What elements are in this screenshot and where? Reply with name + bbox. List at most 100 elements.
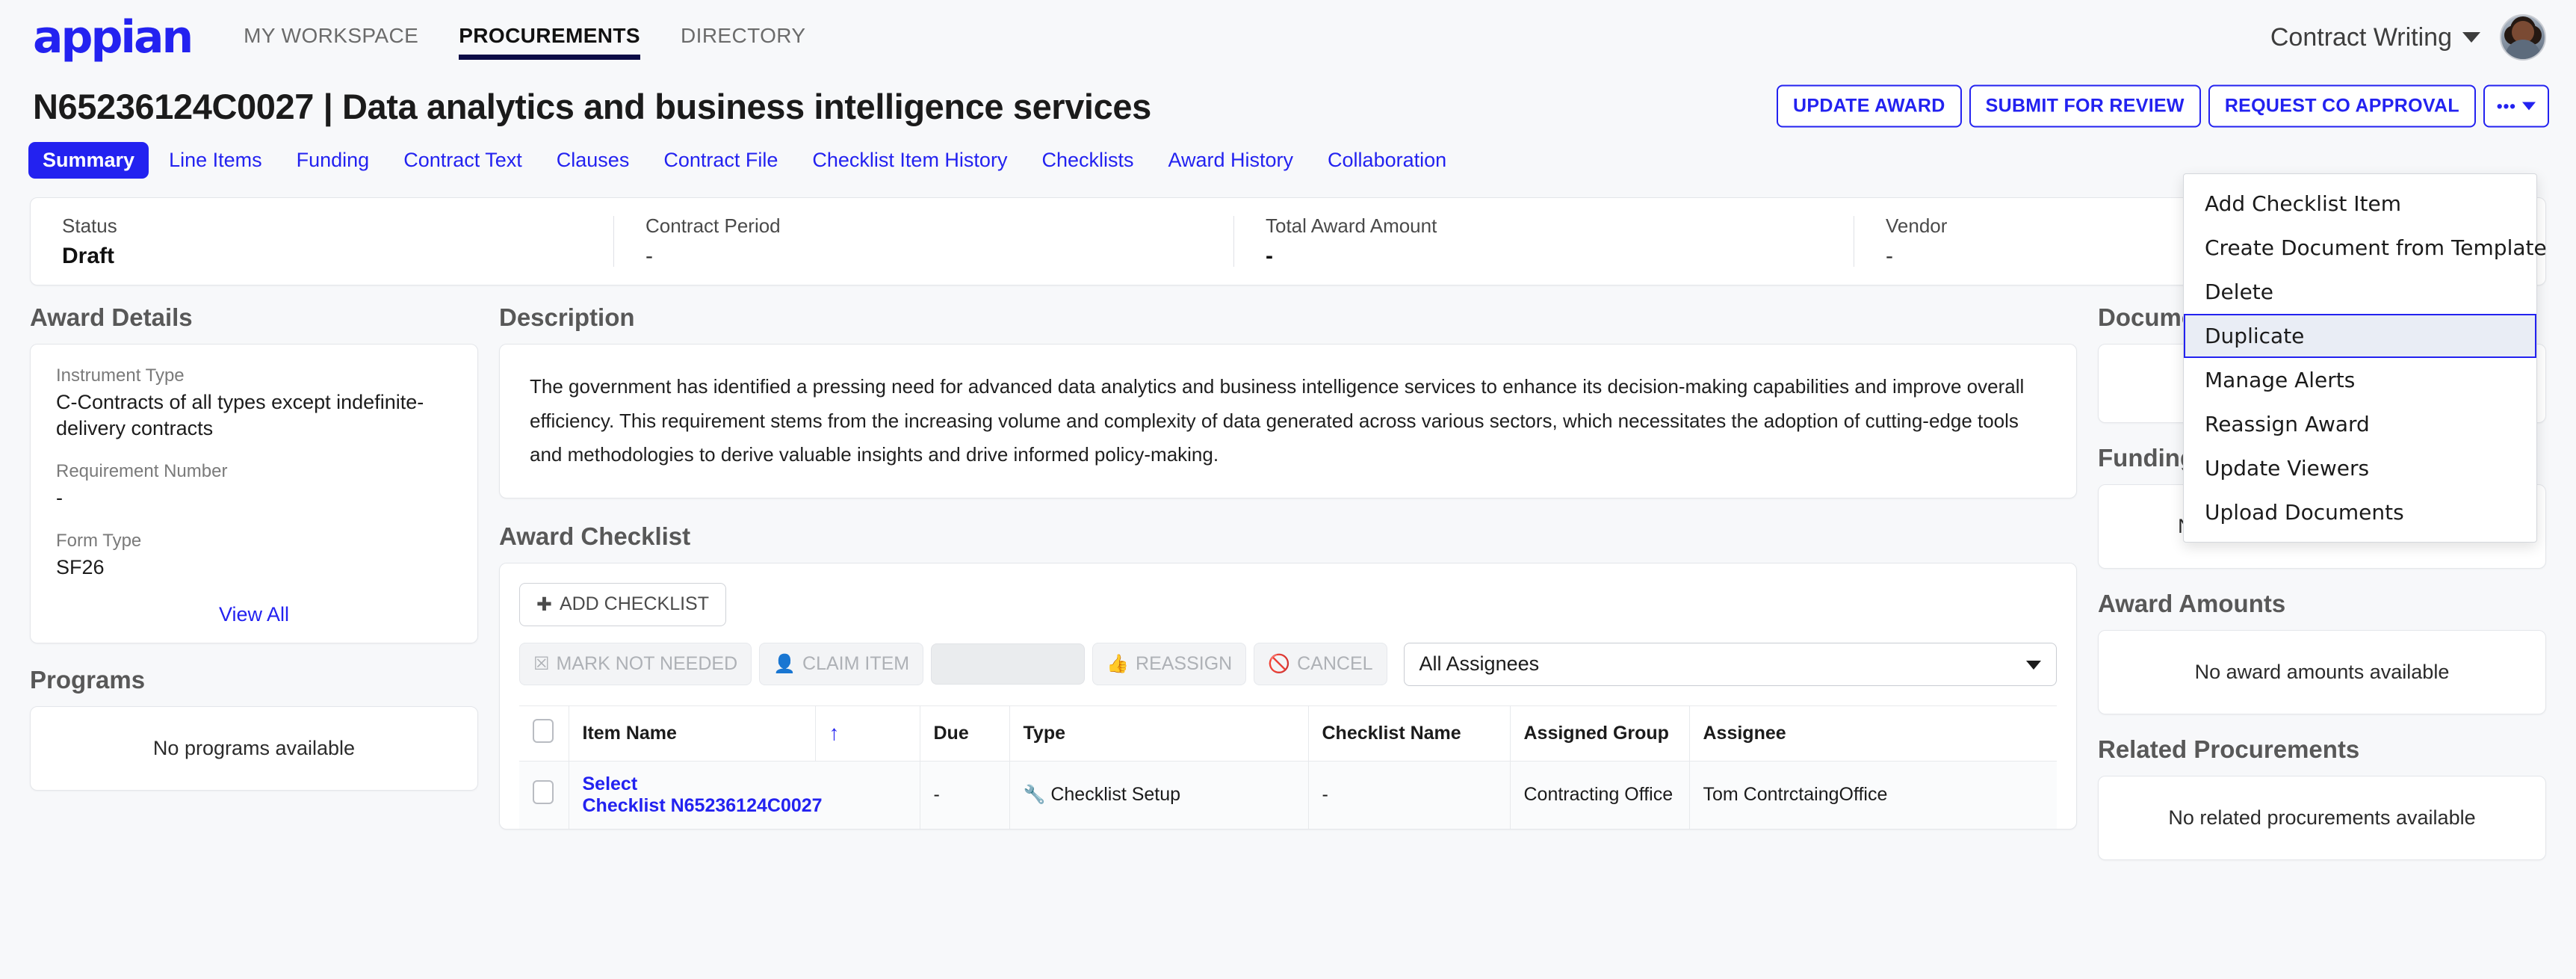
menu-item-manage-alerts[interactable]: Manage Alerts <box>2184 358 2536 402</box>
chevron-down-icon <box>2026 660 2041 670</box>
top-navigation-bar: appian MY WORKSPACE PROCUREMENTS DIRECTO… <box>0 0 2576 75</box>
cancel-label: CANCEL <box>1297 653 1373 674</box>
page-header: N65236124C0027 | Data analytics and busi… <box>0 75 2576 138</box>
tab-funding[interactable]: Funding <box>282 142 384 179</box>
avatar[interactable] <box>2500 14 2546 61</box>
menu-item-upload-documents[interactable]: Upload Documents <box>2184 490 2536 534</box>
column-sort-indicator[interactable]: ↑ <box>814 705 920 761</box>
claim-item-button[interactable]: 👤 CLAIM ITEM <box>759 643 924 685</box>
row-assigned-group-cell: Contracting Office <box>1509 760 1689 829</box>
item-name-sublink[interactable]: Checklist N65236124C0027 <box>583 795 906 817</box>
mark-not-needed-label: MARK NOT NEEDED <box>556 653 738 674</box>
column-due[interactable]: Due <box>919 705 1009 761</box>
tab-collaboration[interactable]: Collaboration <box>1313 142 1461 179</box>
menu-item-add-checklist-item[interactable]: Add Checklist Item <box>2184 182 2536 226</box>
nav-item-directory[interactable]: DIRECTORY <box>681 19 806 55</box>
status-field-total-award-amount: Total Award Amount - <box>1233 214 1854 268</box>
column-assigned-group[interactable]: Assigned Group <box>1509 705 1689 761</box>
add-checklist-button[interactable]: ✚ ADD CHECKLIST <box>519 582 726 626</box>
instrument-type-label: Instrument Type <box>56 365 185 386</box>
column-item-name[interactable]: Item Name <box>568 705 815 761</box>
claim-item-label: CLAIM ITEM <box>802 653 910 674</box>
related-procurements-heading: Related Procurements <box>2098 735 2360 763</box>
row-type-label: Checklist Setup <box>1050 784 1181 805</box>
description-heading: Description <box>499 303 635 331</box>
table-row[interactable]: Select Checklist N65236124C0027 - 🔧 Chec… <box>519 760 2057 829</box>
menu-item-create-document-from-template[interactable]: Create Document from Template <box>2184 226 2547 270</box>
status-field-status: Status Draft <box>31 214 613 268</box>
instrument-type-value: C-Contracts of all types except indefini… <box>56 391 424 440</box>
award-amounts-empty-state: No award amounts available <box>2098 630 2546 714</box>
request-co-approval-button[interactable]: REQUEST CO APPROVAL <box>2208 84 2476 128</box>
reassign-button[interactable]: 👍 REASSIGN <box>1092 643 1247 685</box>
field-requirement-number: Requirement Number - <box>56 461 452 511</box>
more-actions-menu: Add Checklist Item Create Document from … <box>2183 173 2547 543</box>
nav-item-my-workspace[interactable]: MY WORKSPACE <box>244 19 418 55</box>
submit-for-review-button[interactable]: SUBMIT FOR REVIEW <box>1969 84 2201 128</box>
description-card: The government has identified a pressing… <box>499 344 2077 498</box>
user-name-label: Contract Writing <box>2270 22 2452 52</box>
checkbox-icon[interactable] <box>533 718 554 743</box>
item-name-link[interactable]: Select <box>583 773 906 795</box>
user-plus-icon: 👤 <box>773 653 796 674</box>
blank-toolbar-button[interactable] <box>931 643 1086 685</box>
chevron-down-icon <box>2462 32 2480 43</box>
header-action-buttons: UPDATE AWARD SUBMIT FOR REVIEW REQUEST C… <box>1777 84 2549 128</box>
menu-item-duplicate[interactable]: Duplicate <box>2184 314 2536 358</box>
nav-item-procurements[interactable]: PROCUREMENTS <box>459 19 640 60</box>
tab-contract-file[interactable]: Contract File <box>649 142 792 179</box>
assignee-filter-value: All Assignees <box>1419 652 1540 675</box>
field-form-type: Form Type SF26 <box>56 531 452 581</box>
table-header-row: Item Name ↑ Due Type Checklist Name Assi… <box>519 705 2057 761</box>
center-column: Description The government has identifie… <box>499 299 2077 830</box>
row-checkbox-cell[interactable] <box>519 760 569 829</box>
tab-checklists[interactable]: Checklists <box>1027 142 1148 179</box>
plus-icon: ✚ <box>536 593 552 615</box>
menu-item-delete[interactable]: Delete <box>2184 270 2536 314</box>
more-actions-button[interactable]: ••• <box>2483 84 2549 128</box>
row-due-cell: - <box>919 760 1009 829</box>
status-field-contract-period: Contract Period - <box>613 214 1233 268</box>
no-entry-icon: 🚫 <box>1268 653 1291 674</box>
tab-line-items[interactable]: Line Items <box>155 142 276 179</box>
award-details-card: Instrument Type C-Contracts of all types… <box>30 344 478 644</box>
menu-item-reassign-award[interactable]: Reassign Award <box>2184 402 2536 446</box>
column-checklist-name[interactable]: Checklist Name <box>1307 705 1510 761</box>
tab-clauses[interactable]: Clauses <box>542 142 644 179</box>
total-award-amount-value: - <box>1266 243 1273 268</box>
column-assignee[interactable]: Assignee <box>1688 705 2057 761</box>
status-badge: Draft <box>62 243 115 268</box>
select-all-header[interactable] <box>519 705 569 761</box>
appian-logo[interactable]: appian <box>33 15 193 60</box>
tab-summary[interactable]: Summary <box>28 141 149 179</box>
column-type[interactable]: Type <box>1009 705 1308 761</box>
award-details-heading: Award Details <box>30 303 193 331</box>
tab-checklist-item-history[interactable]: Checklist Item History <box>798 142 1021 179</box>
tab-award-history[interactable]: Award History <box>1154 142 1307 179</box>
view-all-link[interactable]: View All <box>56 600 452 626</box>
wrench-icon: 🔧 <box>1023 785 1046 805</box>
tab-contract-text[interactable]: Contract Text <box>389 142 536 179</box>
cancel-button[interactable]: 🚫 CANCEL <box>1254 643 1387 685</box>
page-title: N65236124C0027 | Data analytics and busi… <box>33 86 1151 126</box>
left-column: Award Details Instrument Type C-Contract… <box>30 299 478 791</box>
update-award-button[interactable]: UPDATE AWARD <box>1777 84 1962 128</box>
programs-heading: Programs <box>30 666 146 694</box>
reassign-label: REASSIGN <box>1136 653 1233 674</box>
add-checklist-label: ADD CHECKLIST <box>559 593 709 614</box>
award-amounts-heading: Award Amounts <box>2098 590 2286 617</box>
user-menu[interactable]: Contract Writing <box>2270 14 2546 61</box>
status-summary-bar: Status Draft Contract Period - Total Awa… <box>30 197 2546 285</box>
checkbox-icon[interactable] <box>533 780 554 804</box>
mark-not-needed-button[interactable]: ☒ MARK NOT NEEDED <box>519 643 752 685</box>
sort-ascending-icon: ↑ <box>829 721 840 744</box>
square-x-icon: ☒ <box>533 653 550 674</box>
menu-item-update-viewers[interactable]: Update Viewers <box>2184 446 2536 490</box>
ellipsis-icon: ••• <box>2496 96 2516 115</box>
row-item-name-cell: Select Checklist N65236124C0027 <box>568 760 920 829</box>
row-assignee-cell[interactable]: Tom ContrctaingOffice <box>1688 760 2057 829</box>
related-procurements-empty-state: No related procurements available <box>2098 776 2546 860</box>
assignee-filter-dropdown[interactable]: All Assignees <box>1403 642 2057 686</box>
field-instrument-type: Instrument Type C-Contracts of all types… <box>56 365 452 442</box>
chevron-down-icon <box>2522 102 2536 111</box>
